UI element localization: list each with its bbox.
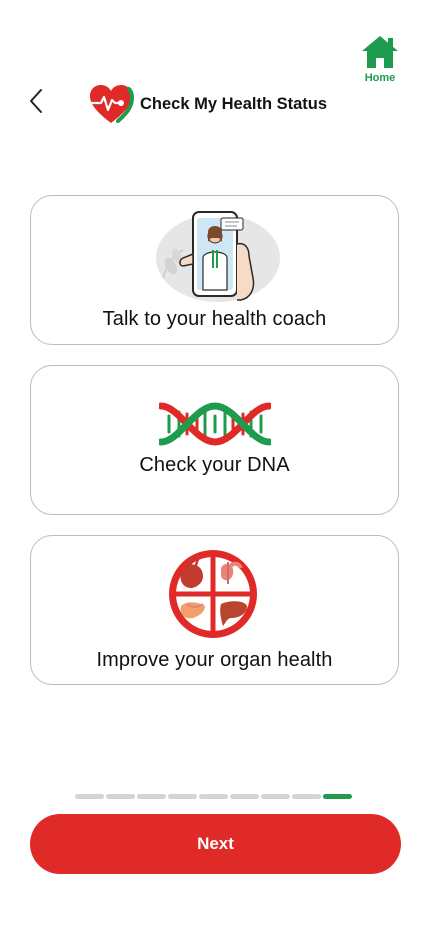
next-button[interactable]: Next (30, 814, 401, 874)
health-coach-option-card[interactable]: Talk to your health coach (30, 195, 399, 345)
chevron-left-icon (30, 89, 42, 113)
organ-health-option-card[interactable]: Improve your organ health (30, 535, 399, 685)
home-button[interactable]: Home (358, 34, 402, 86)
doctor-on-phone-icon (156, 211, 280, 302)
dna-helix-icon (159, 402, 271, 446)
progress-segment (168, 794, 197, 799)
dna-option-card[interactable]: Check your DNA (30, 365, 399, 515)
progress-segment (230, 794, 259, 799)
option-label: Talk to your health coach (102, 308, 327, 330)
option-label: Improve your organ health (96, 649, 333, 671)
progress-segment (137, 794, 166, 799)
back-button[interactable] (22, 86, 50, 116)
option-label: Check your DNA (139, 454, 290, 476)
progress-segment (261, 794, 290, 799)
progress-segment (292, 794, 321, 799)
home-icon (362, 36, 398, 68)
step-progress-indicator (75, 794, 352, 799)
organs-icon (169, 550, 257, 638)
page-title: Check My Health Status (140, 94, 328, 113)
page-header: Check My Health Status (88, 82, 327, 126)
heart-pulse-logo-icon (90, 85, 134, 123)
progress-segment (106, 794, 135, 799)
progress-segment (199, 794, 228, 799)
home-label: Home (364, 72, 396, 84)
progress-segment (75, 794, 104, 799)
progress-segment-active (323, 794, 352, 799)
